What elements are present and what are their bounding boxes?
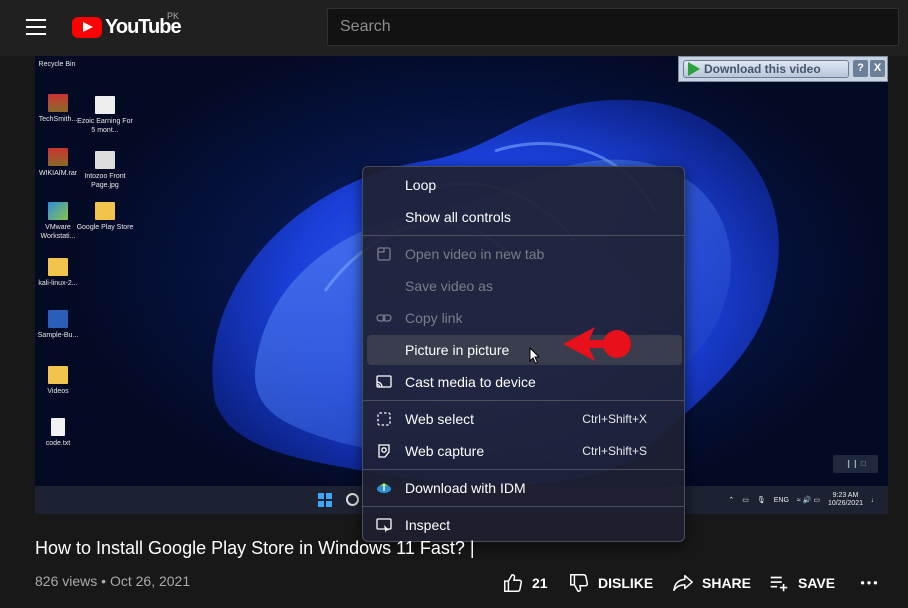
document-icon xyxy=(95,96,115,114)
download-arrow-icon xyxy=(688,62,700,76)
idm-download-label: Download this video xyxy=(704,62,821,76)
more-actions-button[interactable] xyxy=(858,570,880,592)
battery-icon: ▭ xyxy=(742,497,749,504)
menu-item-label: Web capture xyxy=(405,443,485,459)
windows-start-icon xyxy=(318,493,332,507)
tray-time: 9:23 AM xyxy=(832,492,859,499)
word-doc-icon xyxy=(48,310,68,328)
red-annotation-arrow-icon xyxy=(563,327,631,361)
taskbar-search-icon xyxy=(346,493,359,506)
like-count: 21 xyxy=(532,575,548,591)
mouse-cursor-icon xyxy=(529,347,541,365)
tray-clock: 9:23 AM 10/26/2021 xyxy=(828,492,863,508)
folder-icon xyxy=(48,366,68,384)
desktop-icon-kali: kali-linux-2... xyxy=(35,258,88,288)
winrar-icon xyxy=(48,148,68,166)
desktop-icon-code: code.txt xyxy=(35,418,88,448)
menu-item-label: Picture in picture xyxy=(405,342,510,358)
menu-item-shortcut: Ctrl+Shift+X xyxy=(582,412,647,426)
menu-item-label: Download with IDM xyxy=(405,480,526,496)
folder-icon xyxy=(48,258,68,276)
menu-item-download-idm[interactable]: Download with IDM xyxy=(367,473,682,503)
desktop-icon-sample: Sample-Bu... xyxy=(35,310,88,340)
desktop-icon-google-play: Google Play Store xyxy=(75,202,135,232)
thumbs-up-icon xyxy=(504,574,523,592)
new-tab-icon xyxy=(377,247,391,261)
youtube-play-icon xyxy=(72,16,102,38)
idm-close-button[interactable]: X xyxy=(870,60,885,77)
add-to-playlist-icon xyxy=(770,576,788,592)
share-icon xyxy=(673,574,693,592)
dislike-label: DISLIKE xyxy=(598,575,654,591)
menu-item-web-select[interactable]: Web select Ctrl+Shift+X xyxy=(367,404,682,434)
folder-icon xyxy=(95,202,115,220)
menu-item-open-video-new-tab[interactable]: Open video in new tab xyxy=(367,239,682,269)
tray-lang: ENG xyxy=(773,496,789,504)
masthead: YouTube PK xyxy=(0,0,908,56)
menu-item-inspect[interactable]: Inspect xyxy=(367,510,682,540)
link-icon xyxy=(376,314,392,322)
vmware-icon xyxy=(48,202,68,220)
menu-item-shortcut: Ctrl+Shift+S xyxy=(582,444,647,458)
menu-item-label: Copy link xyxy=(405,310,463,326)
web-select-icon xyxy=(377,412,391,426)
menu-item-copy-link[interactable]: Copy link xyxy=(367,303,682,333)
menu-item-label: Loop xyxy=(405,177,437,193)
menu-item-cast-media[interactable]: Cast media to device xyxy=(367,367,682,397)
like-button[interactable]: 21 xyxy=(502,572,548,594)
desktop-icon-intozoo: Intozoo Front Page.jpg xyxy=(75,151,135,190)
mini-player-controls: ❙❙ □ xyxy=(833,455,878,473)
text-file-icon xyxy=(51,418,65,436)
menu-separator xyxy=(363,469,684,470)
thumbs-down-icon xyxy=(570,574,589,592)
youtube-logo[interactable]: YouTube PK xyxy=(72,11,182,39)
menu-item-label: Show all controls xyxy=(405,209,511,225)
tray-chevron-icon: ⌃ xyxy=(728,497,735,504)
desktop-icon-videos: Videos xyxy=(35,366,88,396)
context-menu: Loop Show all controls Open video in new… xyxy=(362,166,685,542)
menu-item-loop[interactable]: Loop xyxy=(367,170,682,200)
idm-icon xyxy=(377,483,391,493)
menu-separator xyxy=(363,235,684,236)
save-label: SAVE xyxy=(798,575,836,591)
cast-icon xyxy=(376,375,392,388)
video-title: How to Install Google Play Store in Wind… xyxy=(35,538,475,558)
menu-item-save-video-as[interactable]: Save video as xyxy=(367,271,682,301)
system-tray: ⌃ ▭ 🎙 ENG ≈ 🔊 ▭ 9:23 AM 10/26/2021 ♩ xyxy=(728,492,878,508)
web-capture-icon xyxy=(378,444,390,458)
menu-separator xyxy=(363,400,684,401)
mic-icon: 🎙 xyxy=(756,497,766,504)
tray-date: 10/26/2021 xyxy=(827,500,863,507)
notification-icon: ♩ xyxy=(871,496,878,504)
menu-item-label: Open video in new tab xyxy=(405,246,545,262)
menu-item-show-all-controls[interactable]: Show all controls xyxy=(367,202,682,232)
save-button[interactable]: SAVE xyxy=(768,572,835,594)
menu-item-label: Save video as xyxy=(405,278,493,294)
idm-download-button[interactable]: Download this video xyxy=(683,60,849,78)
winrar-icon xyxy=(48,94,68,112)
menu-item-picture-in-picture[interactable]: Picture in picture xyxy=(367,335,682,365)
dislike-button[interactable]: DISLIKE xyxy=(568,572,653,594)
inspect-icon xyxy=(376,518,392,533)
share-button[interactable]: SHARE xyxy=(672,572,751,594)
menu-icon[interactable] xyxy=(26,19,46,35)
idm-download-panel: Download this video ? X xyxy=(678,56,888,82)
menu-item-label: Cast media to device xyxy=(405,374,536,390)
menu-separator xyxy=(363,506,684,507)
share-label: SHARE xyxy=(702,575,752,591)
idm-help-button[interactable]: ? xyxy=(853,60,868,77)
image-file-icon xyxy=(95,151,115,169)
wifi-volume-icon: ≈ 🔊 ▭ xyxy=(796,497,820,504)
desktop-icon-recycle-bin: Recycle Bin xyxy=(38,61,76,68)
video-actions: 21 DISLIKE SHARE SAVE xyxy=(0,572,908,594)
search-input[interactable] xyxy=(327,8,899,46)
menu-item-web-capture[interactable]: Web capture Ctrl+Shift+S xyxy=(367,436,682,466)
menu-item-label: Web select xyxy=(405,411,474,427)
menu-item-label: Inspect xyxy=(405,517,451,533)
desktop-icon-ezoic: Ezoic Earning For 5 mont... xyxy=(75,96,135,135)
country-code: PK xyxy=(167,11,180,21)
more-horizontal-icon xyxy=(860,581,878,585)
